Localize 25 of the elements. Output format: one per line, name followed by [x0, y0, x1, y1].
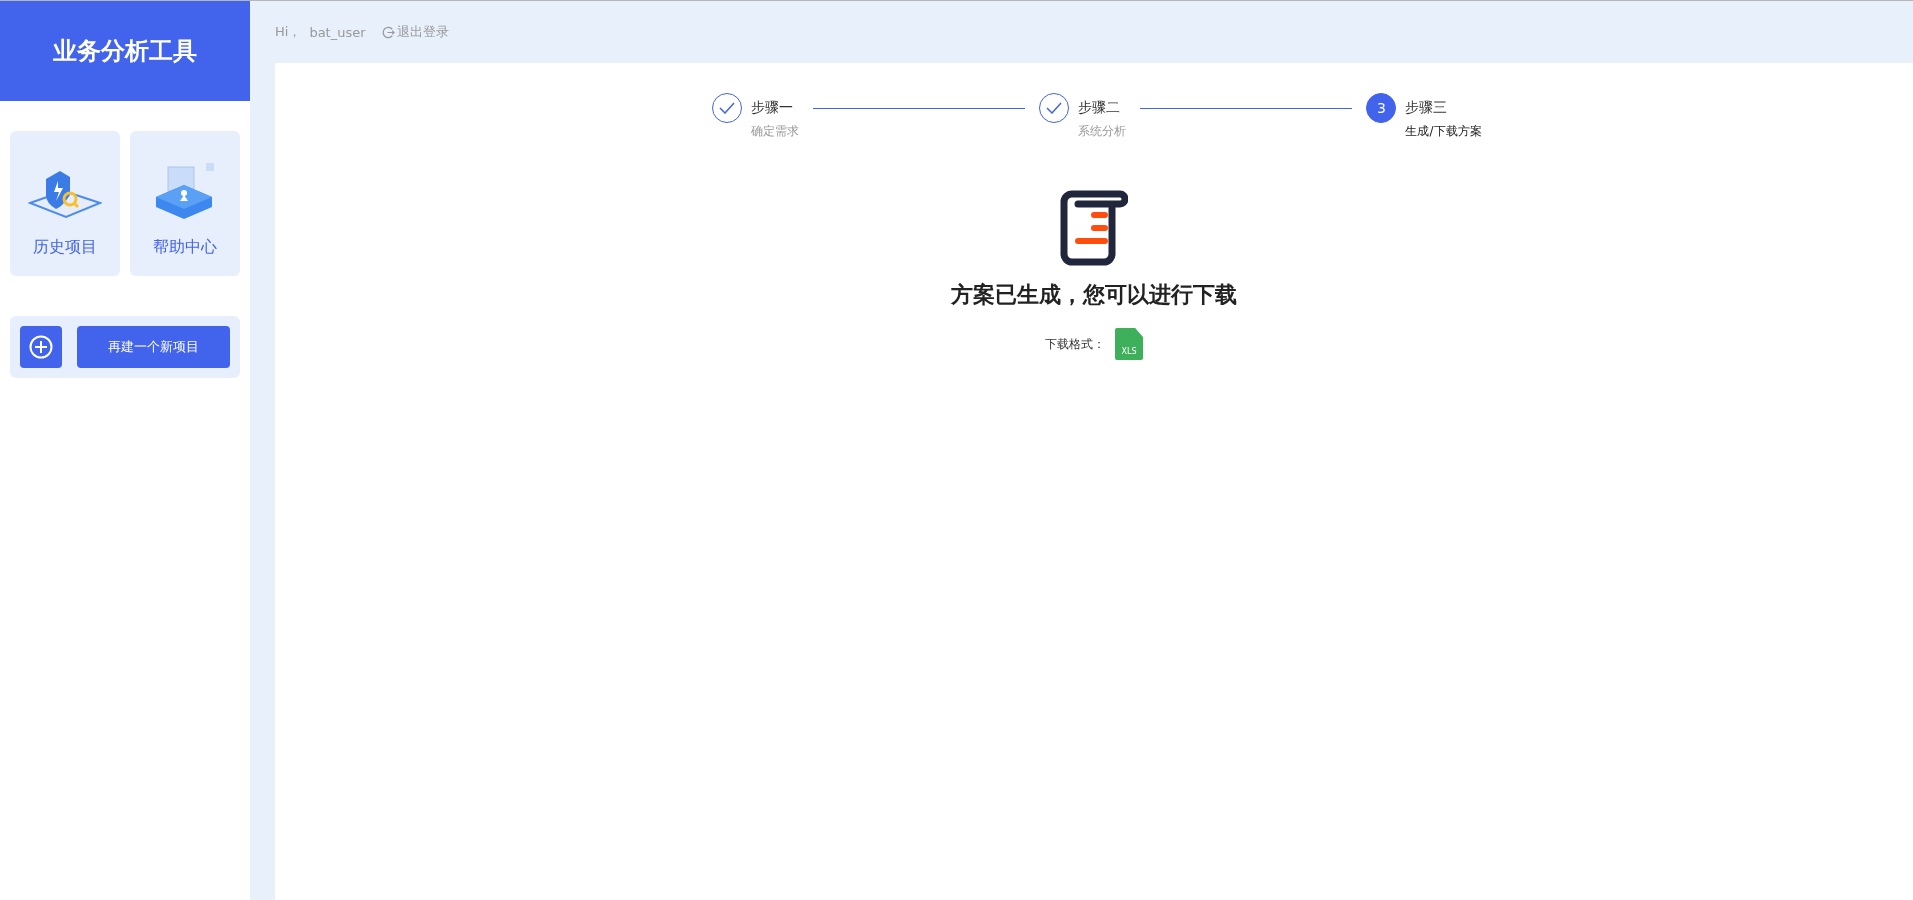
- username: bat_user: [309, 24, 366, 40]
- step-title: 步骤三: [1405, 99, 1449, 117]
- add-button[interactable]: [20, 326, 62, 368]
- nav-card[interactable]: 历史项目: [10, 131, 120, 276]
- logout-link[interactable]: 退出登录: [381, 23, 449, 41]
- step-indicator: 3: [1366, 93, 1397, 123]
- nav-card-label: 历史项目: [33, 237, 97, 258]
- step-title: 步骤二: [1078, 99, 1122, 117]
- format-label: 下载格式：: [1045, 335, 1105, 353]
- plus-circle-icon: [29, 335, 53, 359]
- check-icon: [719, 102, 736, 114]
- step-subtitle: 生成/下载方案: [1405, 123, 1482, 140]
- logout-icon: [381, 25, 395, 39]
- nav-card[interactable]: 帮助中心: [130, 131, 240, 276]
- nav-card-label: 帮助中心: [153, 237, 217, 258]
- step-subtitle: 系统分析: [1078, 123, 1127, 140]
- xls-file-button[interactable]: XLS: [1115, 328, 1143, 360]
- greeting: Hi，: [275, 23, 302, 41]
- success-message: 方案已生成，您可以进行下载: [951, 281, 1237, 309]
- new-project-button[interactable]: 再建一个新项目: [77, 326, 230, 368]
- step-subtitle: 确定需求: [751, 123, 800, 140]
- check-icon: [1046, 102, 1063, 114]
- app-title: 业务分析工具: [0, 1, 250, 101]
- step-title: 步骤一: [751, 99, 795, 117]
- document-icon: [1060, 188, 1128, 268]
